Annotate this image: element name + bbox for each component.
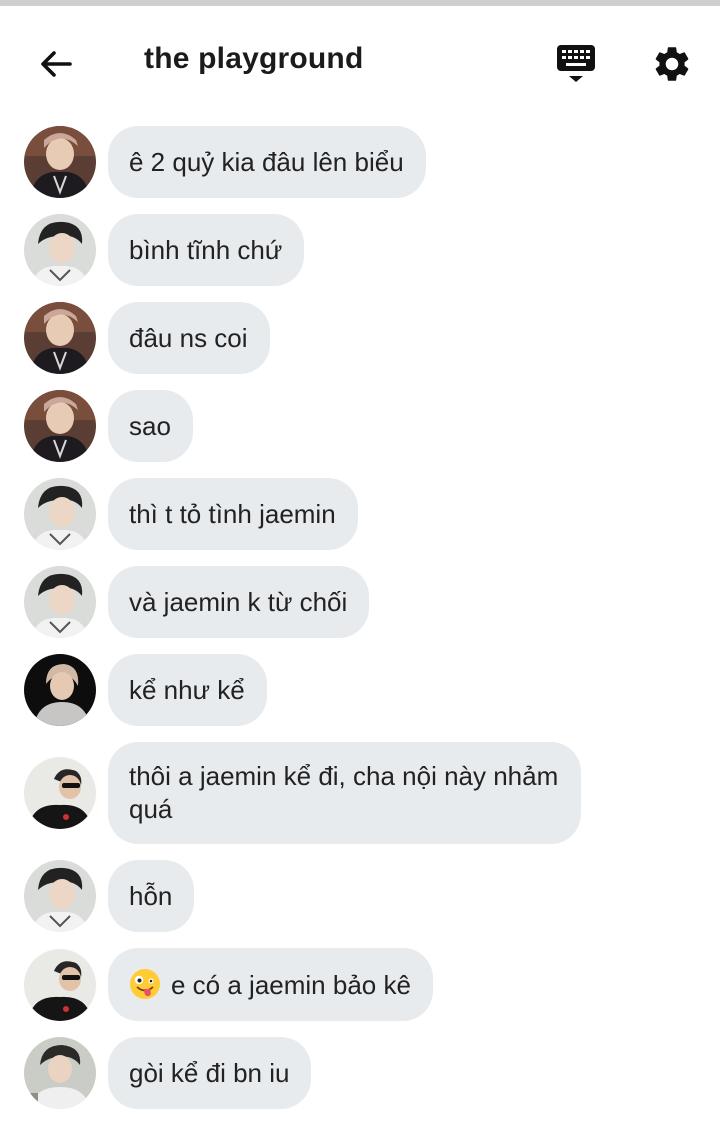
- arrow-left-icon: [41, 51, 72, 77]
- message-list[interactable]: ê 2 quỷ kia đâu lên biểu bình tĩnh chứ đ…: [0, 126, 720, 1125]
- message-row: kể như kể: [24, 654, 720, 726]
- message-row: và jaemin k từ chối: [24, 566, 720, 638]
- message-row: sao: [24, 390, 720, 462]
- message-bubble[interactable]: sao: [108, 390, 193, 462]
- keyboard-button[interactable]: [548, 36, 604, 92]
- zany-face-emoji: [130, 969, 160, 999]
- message-row: bình tĩnh chứ: [24, 214, 720, 286]
- message-bubble[interactable]: thôi a jaemin kể đi, cha nội này nhảm qu…: [108, 742, 581, 844]
- avatar[interactable]: [24, 860, 96, 932]
- settings-button[interactable]: [644, 36, 700, 92]
- message-row: e có a jaemin bảo kê: [24, 948, 720, 1021]
- message-row: thôi a jaemin kể đi, cha nội này nhảm qu…: [24, 742, 720, 844]
- message-row: thì t tỏ tình jaemin: [24, 478, 720, 550]
- avatar[interactable]: [24, 1037, 96, 1109]
- message-bubble[interactable]: ê 2 quỷ kia đâu lên biểu: [108, 126, 426, 198]
- message-row: ê 2 quỷ kia đâu lên biểu: [24, 126, 720, 198]
- page-title: the playground: [144, 42, 364, 75]
- back-button[interactable]: [28, 36, 84, 92]
- message-bubble[interactable]: e có a jaemin bảo kê: [108, 948, 433, 1021]
- gear-icon: [655, 47, 689, 81]
- avatar[interactable]: [24, 757, 96, 829]
- avatar[interactable]: [24, 566, 96, 638]
- message-row: đâu ns coi: [24, 302, 720, 374]
- chat-header: the playground: [0, 6, 720, 116]
- avatar[interactable]: [24, 214, 96, 286]
- message-bubble[interactable]: đâu ns coi: [108, 302, 270, 374]
- message-bubble[interactable]: hỗn: [108, 860, 195, 932]
- avatar[interactable]: [24, 654, 96, 726]
- avatar[interactable]: [24, 478, 96, 550]
- message-bubble[interactable]: bình tĩnh chứ: [108, 214, 305, 286]
- keyboard-icon: [557, 45, 595, 82]
- avatar[interactable]: [24, 390, 96, 462]
- message-bubble[interactable]: gòi kể đi bn iu: [108, 1037, 312, 1109]
- message-row: hỗn: [24, 860, 720, 932]
- message-text: e có a jaemin bảo kê: [171, 970, 411, 1000]
- avatar[interactable]: [24, 126, 96, 198]
- message-bubble[interactable]: và jaemin k từ chối: [108, 566, 370, 638]
- avatar[interactable]: [24, 948, 96, 1021]
- message-bubble[interactable]: thì t tỏ tình jaemin: [108, 478, 358, 550]
- avatar[interactable]: [24, 302, 96, 374]
- message-bubble[interactable]: kể như kể: [108, 654, 267, 726]
- message-row: gòi kể đi bn iu: [24, 1037, 720, 1109]
